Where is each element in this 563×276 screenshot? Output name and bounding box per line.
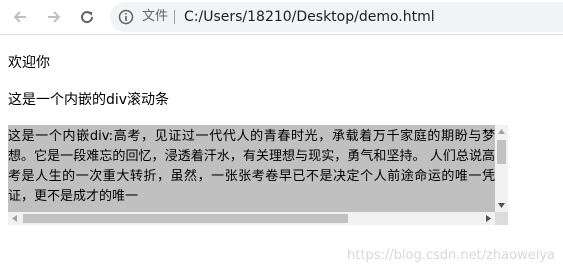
watermark: https://blog.csdn.net/zhaoweiya <box>347 248 555 263</box>
vertical-scroll-thumb[interactable] <box>497 140 506 164</box>
reload-icon <box>81 11 94 24</box>
horizontal-scroll-thumb[interactable] <box>23 214 348 223</box>
horizontal-scrollbar[interactable] <box>8 212 495 225</box>
scroll-right-arrow-icon[interactable] <box>482 212 495 225</box>
scroll-content: 这是一个内嵌div:高考，见证过一代代人的青春时光，承载着万千家庭的期盼与梦想。… <box>8 125 495 212</box>
scroll-text: 这是一个内嵌div:高考，见证过一代代人的青春时光，承载着万千家庭的期盼与梦想。… <box>8 129 495 204</box>
browser-toolbar: 文件 C:/Users/18210/Desktop/demo.html <box>0 0 563 35</box>
reload-button[interactable] <box>75 5 99 29</box>
back-button[interactable] <box>8 5 32 29</box>
scrollbar-corner <box>495 212 508 225</box>
forward-button[interactable] <box>42 5 66 29</box>
subtitle-text: 这是一个内嵌的div滚动条 <box>8 92 170 108</box>
forward-arrow-icon <box>48 11 61 23</box>
greeting-text: 欢迎你 <box>8 55 50 71</box>
scrollable-div[interactable]: 这是一个内嵌div:高考，见证过一代代人的青春时光，承载着万千家庭的期盼与梦想。… <box>8 125 508 225</box>
security-label: 文件 <box>142 9 169 24</box>
scroll-left-arrow-icon[interactable] <box>8 212 21 225</box>
scroll-up-arrow-icon[interactable] <box>495 125 508 138</box>
url-text[interactable]: C:/Users/18210/Desktop/demo.html <box>184 8 435 26</box>
omnibox-divider <box>174 10 175 24</box>
scroll-down-arrow-icon[interactable] <box>495 199 508 212</box>
back-arrow-icon <box>13 11 26 23</box>
info-icon[interactable] <box>118 9 134 25</box>
vertical-scrollbar[interactable] <box>495 125 508 212</box>
address-bar[interactable]: 文件 C:/Users/18210/Desktop/demo.html <box>110 2 563 32</box>
